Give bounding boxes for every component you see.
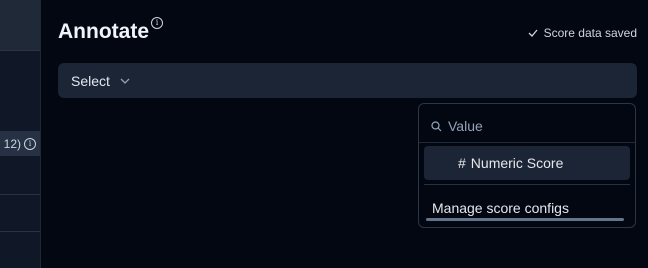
divider [0, 194, 40, 195]
select-label: Select [71, 72, 110, 89]
divider [424, 184, 630, 185]
divider [0, 50, 40, 51]
search-row [431, 118, 608, 134]
divider [419, 142, 635, 143]
check-icon [528, 29, 538, 37]
score-select[interactable]: Select [58, 63, 637, 98]
option-numeric-score[interactable]: # Numeric Score [424, 146, 630, 180]
horizontal-scrollbar[interactable] [426, 218, 624, 221]
manage-score-configs-link[interactable]: Manage score configs [432, 200, 569, 216]
chevron-down-icon [120, 78, 130, 84]
left-panel: 12) i [0, 0, 41, 268]
numeric-type-icon: # [458, 155, 466, 171]
save-status: Score data saved [528, 26, 637, 40]
left-panel-header [0, 0, 40, 50]
page-title: Annotate [58, 20, 149, 43]
selected-row-text: 12) [3, 136, 21, 151]
left-panel-selected-row[interactable]: 12) i [0, 131, 40, 156]
info-icon[interactable]: i [24, 137, 36, 150]
divider [0, 231, 40, 232]
save-status-text: Score data saved [543, 26, 637, 40]
search-icon [431, 120, 442, 131]
score-dropdown: # Numeric Score Manage score configs [418, 103, 636, 228]
info-icon[interactable]: i [151, 17, 163, 29]
search-input[interactable] [448, 118, 608, 134]
option-label: Numeric Score [470, 155, 564, 171]
